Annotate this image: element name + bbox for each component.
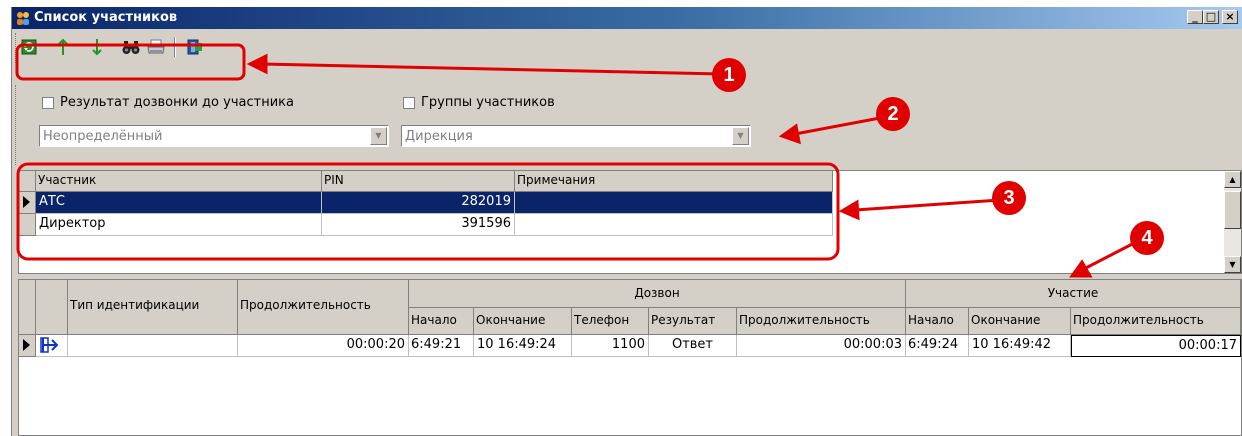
toolbar-separator — [174, 37, 176, 57]
table-cell[interactable]: 00:00:20 — [238, 335, 409, 357]
table-cell[interactable]: 00:00:17 — [1071, 335, 1241, 357]
table-cell[interactable] — [36, 335, 68, 357]
title-bar[interactable]: Список участников _ □ × — [12, 7, 1242, 29]
table-cell[interactable]: 282019 — [322, 192, 515, 214]
table-cell[interactable]: АТС — [36, 192, 322, 214]
groups-select[interactable]: Дирекция ▼ — [401, 125, 751, 147]
move-down-button[interactable] — [86, 36, 108, 58]
table-cell[interactable] — [68, 335, 238, 357]
chevron-down-icon[interactable]: ▼ — [732, 127, 749, 145]
table-cell[interactable]: 10 16:49:24 — [474, 335, 572, 357]
table-cell[interactable] — [515, 214, 833, 236]
table-cell[interactable]: 6:49:21 — [409, 335, 474, 357]
row-indicator[interactable] — [19, 192, 36, 214]
scroll-down-button[interactable]: ▼ — [1224, 256, 1241, 273]
window-title: Список участников — [34, 10, 178, 25]
dial-result-label: Результат дозвонки до участника — [60, 95, 294, 110]
calls-grid: Тип идентификации Продолжительность Дозв… — [18, 279, 1242, 436]
groups-value: Дирекция — [405, 129, 473, 144]
annotation-number-4: 4 — [1130, 221, 1164, 255]
column-header-part-start[interactable]: Начало — [906, 308, 969, 335]
column-header-pin[interactable]: PIN — [322, 171, 515, 192]
column-header-id-type[interactable]: Тип идентификации — [68, 280, 238, 335]
groups-label: Группы участников — [421, 95, 555, 110]
dial-result-select[interactable]: Неопределённый ▼ — [39, 125, 389, 147]
row-indicator[interactable] — [19, 335, 36, 357]
vertical-scrollbar[interactable]: ▲ ▼ — [1224, 171, 1241, 273]
print-button[interactable] — [145, 36, 167, 58]
refresh-icon — [21, 39, 37, 55]
dial-result-value: Неопределённый — [43, 129, 163, 144]
panel-grip[interactable] — [15, 85, 19, 165]
column-header-phone[interactable]: Телефон — [572, 308, 649, 335]
row-indicator[interactable] — [19, 214, 36, 236]
people-icon — [17, 12, 29, 25]
column-group-participation: Участие — [906, 280, 1241, 308]
toolbar — [12, 29, 1242, 67]
chevron-down-icon[interactable]: ▼ — [370, 127, 387, 145]
column-group-dial: Дозвон — [409, 280, 906, 308]
column-header-participant[interactable]: Участник — [36, 171, 322, 192]
annotation-number-1: 1 — [712, 58, 746, 92]
exit-icon — [187, 39, 202, 55]
participants-window: Список участников _ □ × Результат дозвон… — [11, 7, 1242, 436]
participants-grid: Участник PIN Примечания АТС 282019 Дирек… — [18, 170, 1242, 274]
column-header-duration[interactable]: Продолжительность — [238, 280, 409, 335]
table-cell[interactable]: Директор — [36, 214, 322, 236]
move-up-button[interactable] — [52, 36, 74, 58]
annotation-number-2: 2 — [876, 97, 910, 131]
scroll-thumb[interactable] — [1224, 191, 1241, 229]
column-header-part-end[interactable]: Окончание — [969, 308, 1071, 335]
table-cell[interactable] — [515, 192, 833, 214]
current-row-icon — [23, 196, 30, 208]
scroll-up-button[interactable]: ▲ — [1224, 171, 1241, 188]
maximize-button[interactable]: □ — [1203, 10, 1219, 24]
find-button[interactable] — [120, 36, 142, 58]
refresh-button[interactable] — [18, 36, 40, 58]
column-header-part-duration[interactable]: Продолжительность — [1071, 308, 1241, 335]
binoculars-icon — [122, 41, 140, 54]
annotation-number-3: 3 — [992, 181, 1026, 215]
table-cell[interactable]: 10 16:49:42 — [969, 335, 1071, 357]
exit-button[interactable] — [184, 36, 206, 58]
grid-corner — [19, 171, 36, 192]
close-button[interactable]: × — [1222, 10, 1238, 24]
column-header-notes[interactable]: Примечания — [515, 171, 833, 192]
table-cell[interactable]: Ответ — [649, 335, 737, 357]
table-cell[interactable]: 391596 — [322, 214, 515, 236]
minimize-button[interactable]: _ — [1187, 10, 1203, 24]
arrow-down-icon — [92, 39, 102, 56]
table-cell[interactable]: 6:49:24 — [906, 335, 969, 357]
current-row-icon — [23, 339, 30, 351]
outgoing-call-icon — [40, 337, 59, 353]
column-header-result[interactable]: Результат — [649, 308, 737, 335]
column-header-dial-end[interactable]: Окончание — [474, 308, 572, 335]
table-cell[interactable]: 1100 — [572, 335, 649, 357]
column-header-icon[interactable] — [36, 280, 68, 335]
printer-icon — [147, 39, 165, 54]
groups-checkbox[interactable] — [403, 97, 415, 109]
table-cell[interactable]: 00:00:03 — [737, 335, 906, 357]
column-header-dial-duration[interactable]: Продолжительность — [737, 308, 906, 335]
dial-result-checkbox[interactable] — [42, 97, 54, 109]
column-header-dial-start[interactable]: Начало — [409, 308, 474, 335]
grid-corner — [19, 280, 36, 335]
arrow-up-icon — [58, 38, 68, 55]
